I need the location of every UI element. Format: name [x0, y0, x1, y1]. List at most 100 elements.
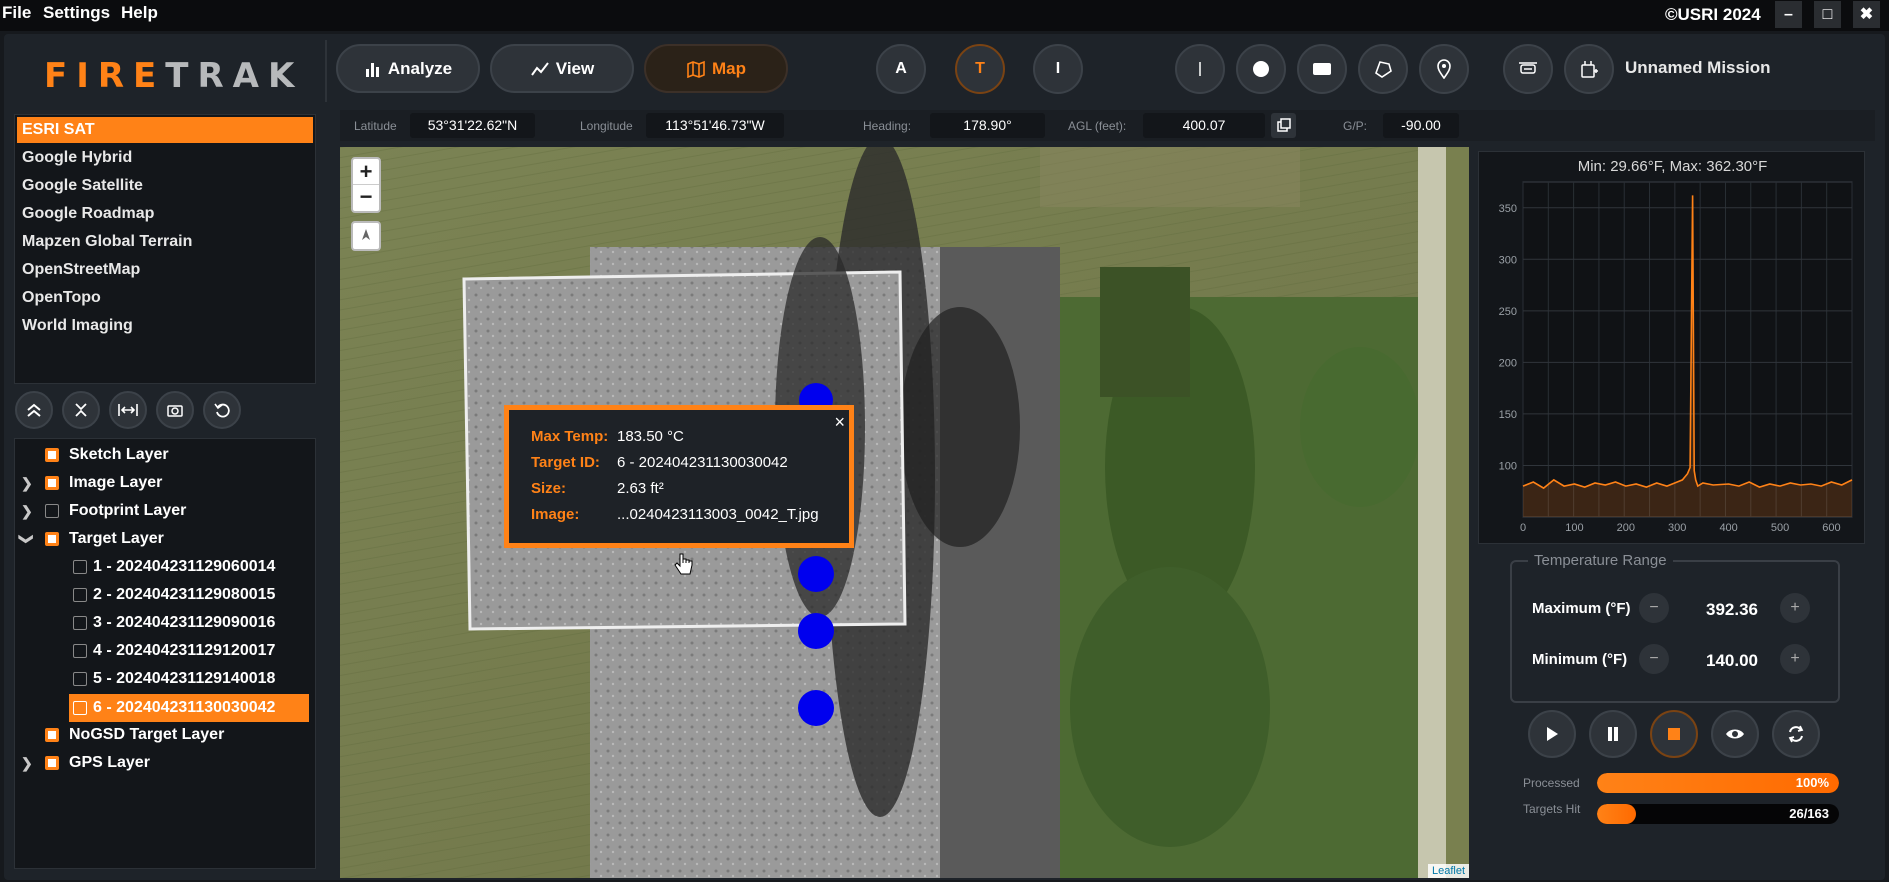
heading-label: Heading: — [863, 119, 912, 133]
mode-t-label: T — [975, 60, 985, 77]
menu-help[interactable]: Help — [121, 3, 158, 23]
basemap-google-roadmap[interactable]: Google Roadmap — [17, 201, 313, 227]
draw-circle-button[interactable] — [1236, 44, 1286, 94]
layer-target[interactable]: ❯ Target Layer — [19, 527, 301, 551]
draw-polygon-button[interactable] — [1358, 44, 1408, 94]
mission-load-button[interactable] — [1564, 44, 1614, 94]
checkbox[interactable] — [45, 532, 59, 546]
expand-width-button[interactable] — [109, 391, 147, 429]
draw-line-button[interactable] — [1175, 44, 1225, 94]
minimize-button[interactable]: – — [1775, 1, 1802, 28]
max-increment-button[interactable]: + — [1780, 593, 1810, 623]
analyze-button[interactable]: Analyze — [336, 44, 480, 93]
stop-button[interactable] — [1650, 710, 1698, 758]
layer-gps[interactable]: ❯ GPS Layer — [21, 751, 301, 775]
preview-button[interactable] — [1711, 710, 1759, 758]
checkbox[interactable] — [73, 616, 87, 630]
target-item-3[interactable]: 3 - 202404231129090016 — [69, 611, 309, 635]
leaflet-attribution[interactable]: Leaflet — [1427, 864, 1469, 878]
target-item-4[interactable]: 4 - 202404231129120017 — [69, 639, 309, 663]
play-button[interactable] — [1528, 710, 1576, 758]
basemap-mapzen[interactable]: Mapzen Global Terrain — [17, 229, 313, 255]
checkbox[interactable] — [73, 644, 87, 658]
basemap-google-satellite[interactable]: Google Satellite — [17, 173, 313, 199]
maximum-value[interactable]: 392.36 — [1682, 600, 1782, 620]
target-item-5[interactable]: 5 - 202404231129140018 — [69, 667, 309, 691]
x-tick-label: 400 — [1719, 522, 1737, 534]
map-label: Map — [712, 58, 746, 78]
popup-close-button[interactable]: × — [834, 412, 845, 433]
refresh-button[interactable] — [1772, 710, 1820, 758]
draw-rectangle-button[interactable] — [1297, 44, 1347, 94]
location-pin-icon — [1437, 59, 1451, 79]
image-label: Image: — [531, 506, 580, 523]
mission-settings-button[interactable] — [1503, 44, 1553, 94]
close-button[interactable]: ✖ — [1853, 1, 1880, 28]
checkbox[interactable] — [73, 588, 87, 602]
target-label: 5 - 202404231129140018 — [93, 670, 276, 687]
reset-north-button[interactable] — [351, 221, 381, 251]
checkbox[interactable] — [45, 504, 59, 518]
pause-button[interactable] — [1589, 710, 1637, 758]
max-decrement-button[interactable]: − — [1639, 593, 1669, 623]
processed-label: Processed — [1523, 776, 1580, 790]
basemap-google-hybrid[interactable]: Google Hybrid — [17, 145, 313, 171]
min-decrement-button[interactable]: − — [1639, 644, 1669, 674]
latitude-label: Latitude — [354, 119, 397, 133]
checkbox[interactable] — [45, 476, 59, 490]
minimum-value[interactable]: 140.00 — [1682, 651, 1782, 671]
checkbox[interactable] — [73, 560, 87, 574]
view-button[interactable]: View — [490, 44, 634, 93]
collapse-all-button[interactable] — [15, 391, 53, 429]
maximize-button[interactable]: □ — [1814, 1, 1841, 28]
checkbox[interactable] — [73, 701, 87, 715]
mode-i-button[interactable]: I — [1033, 44, 1083, 94]
screenshot-button[interactable] — [156, 391, 194, 429]
target-item-1[interactable]: 1 - 202404231129060014 — [69, 555, 309, 579]
layer-nogsd-target[interactable]: NoGSD Target Layer — [35, 723, 295, 747]
layer-image[interactable]: ❯ Image Layer — [21, 471, 301, 495]
basemap-world-imaging[interactable]: World Imaging — [17, 313, 313, 339]
map-view[interactable]: + − × Max Temp: 183.50 °C Target ID: 6 - 2… — [340, 147, 1469, 878]
y-tick-label: 200 — [1499, 357, 1517, 369]
mode-a-button[interactable]: A — [876, 44, 926, 94]
menu-file[interactable]: File — [2, 3, 31, 23]
basemap-openstreetmap[interactable]: OpenStreetMap — [17, 257, 313, 283]
basemap-opentopo[interactable]: OpenTopo — [17, 285, 313, 311]
minimum-label: Minimum (°F) — [1532, 651, 1628, 668]
y-tick-label: 350 — [1499, 203, 1517, 215]
temperature-range-group: Temperature Range Maximum (°F) − 392.36 … — [1510, 552, 1840, 703]
maximum-label: Maximum (°F) — [1532, 600, 1631, 617]
checkbox[interactable] — [45, 448, 59, 462]
reset-button[interactable] — [203, 391, 241, 429]
chevron-right-icon[interactable]: ❯ — [21, 499, 33, 523]
min-increment-button[interactable]: + — [1780, 644, 1810, 674]
menu-settings[interactable]: Settings — [43, 3, 110, 23]
chevron-down-icon[interactable]: ❯ — [15, 533, 39, 545]
collapse-button[interactable] — [62, 391, 100, 429]
target-popup: × Max Temp: 183.50 °C Target ID: 6 - 20240… — [504, 405, 854, 548]
target-item-6[interactable]: 6 - 202404231130030042 — [69, 694, 309, 722]
zoom-out-button[interactable]: − — [353, 185, 379, 211]
chevron-right-icon[interactable]: ❯ — [21, 471, 33, 495]
map-button[interactable]: Map — [644, 44, 788, 93]
target-id-value: 6 - 202404231130030042 — [617, 454, 788, 471]
target-label: 6 - 202404231130030042 — [93, 699, 276, 716]
layer-sketch[interactable]: Sketch Layer — [35, 443, 295, 467]
pause-icon — [1608, 727, 1618, 741]
mode-t-button[interactable]: T — [955, 44, 1005, 94]
target-item-2[interactable]: 2 - 202404231129080015 — [69, 583, 309, 607]
checkbox[interactable] — [45, 756, 59, 770]
checkbox[interactable] — [73, 672, 87, 686]
line-icon — [1199, 62, 1201, 76]
add-marker-button[interactable] — [1419, 44, 1469, 94]
basemap-esri-sat[interactable]: ESRI SAT — [17, 117, 313, 143]
layer-footprint[interactable]: ❯ Footprint Layer — [21, 499, 301, 523]
zoom-in-button[interactable]: + — [353, 159, 379, 185]
rectangle-icon — [1313, 63, 1331, 75]
drone-icon — [1519, 62, 1537, 74]
copy-button[interactable] — [1271, 113, 1296, 138]
chevron-right-icon[interactable]: ❯ — [21, 751, 33, 775]
target-label: 1 - 202404231129060014 — [93, 558, 276, 575]
checkbox[interactable] — [45, 728, 59, 742]
